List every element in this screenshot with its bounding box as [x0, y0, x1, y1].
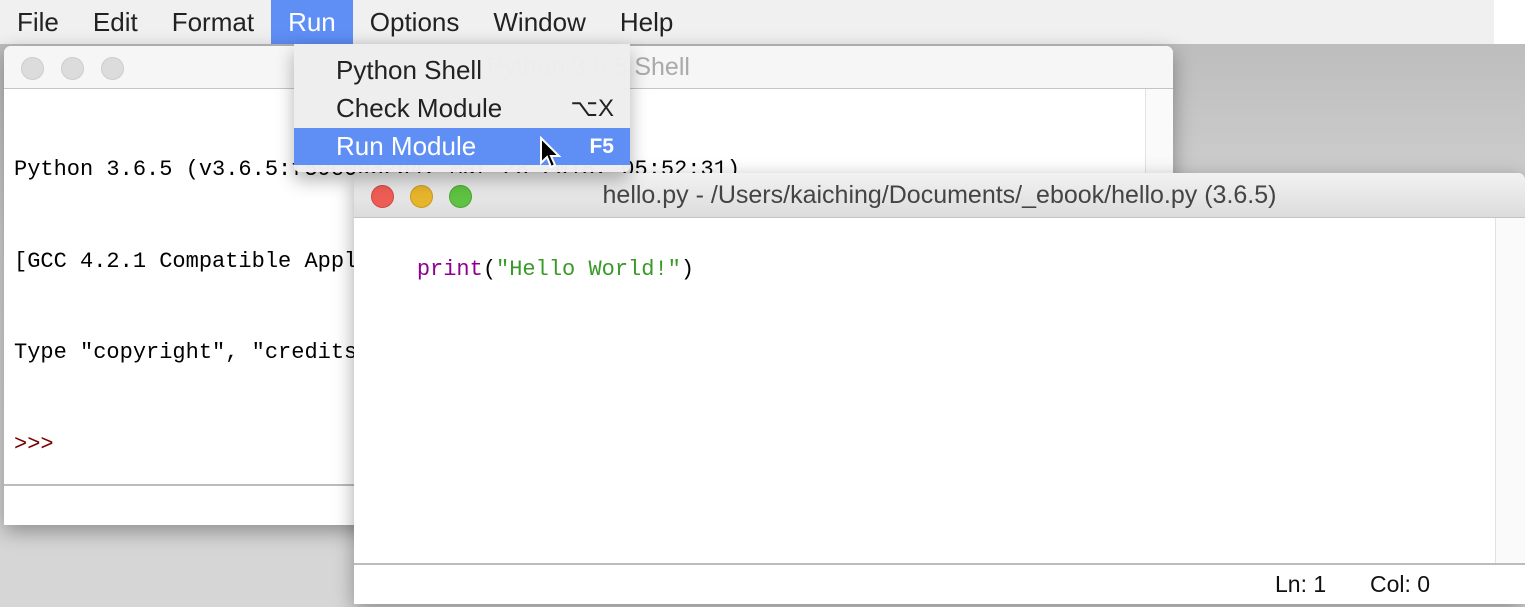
shortcut-label: ⌥X — [570, 95, 614, 122]
code-paren: ) — [680, 257, 695, 282]
editor-title: hello.py - /Users/kaiching/Documents/_eb… — [602, 181, 1277, 209]
menu-item-python-shell[interactable]: Python Shell — [294, 52, 630, 89]
minimize-button[interactable] — [61, 57, 84, 80]
menu-bar: File Edit Format Run Options Window Help — [0, 0, 1494, 44]
menu-window[interactable]: Window — [476, 0, 602, 44]
code-builtin: print — [416, 257, 483, 282]
menu-format[interactable]: Format — [155, 0, 271, 44]
editor-titlebar[interactable]: hello.py - /Users/kaiching/Documents/_eb… — [354, 173, 1525, 218]
menu-run[interactable]: Run — [271, 0, 353, 44]
shortcut-label: F5 — [589, 135, 614, 158]
menu-item-run-module[interactable]: Run Module F5 — [294, 128, 630, 165]
menu-item-label: Python Shell — [336, 55, 482, 85]
menu-file[interactable]: File — [0, 0, 76, 44]
editor-status-bar: Ln: 1 Col: 0 — [354, 563, 1525, 604]
editor-text-area[interactable]: print("Hello World!") — [364, 225, 694, 315]
line-number: Ln: 1 — [1275, 571, 1327, 597]
code-paren: ( — [482, 257, 497, 282]
editor-window: hello.py - /Users/kaiching/Documents/_eb… — [354, 173, 1525, 604]
menu-edit[interactable]: Edit — [76, 0, 155, 44]
code-string: "Hello World!" — [496, 257, 681, 282]
column-number: Col: 0 — [1370, 571, 1431, 597]
mouse-cursor-icon — [540, 136, 562, 169]
run-menu-dropdown: Python Shell Check Module ⌥X Run Module … — [294, 44, 630, 172]
close-button[interactable] — [371, 185, 394, 208]
menu-bar-edge — [1494, 0, 1525, 44]
editor-scrollbar[interactable] — [1495, 218, 1525, 563]
menu-item-check-module[interactable]: Check Module ⌥X — [294, 90, 630, 127]
menu-options[interactable]: Options — [353, 0, 477, 44]
menu-help[interactable]: Help — [603, 0, 690, 44]
close-button[interactable] — [21, 57, 44, 80]
minimize-button[interactable] — [410, 185, 433, 208]
zoom-button[interactable] — [101, 57, 124, 80]
menu-item-label: Run Module — [336, 131, 477, 161]
zoom-button[interactable] — [449, 185, 472, 208]
menu-item-label: Check Module — [336, 93, 503, 123]
